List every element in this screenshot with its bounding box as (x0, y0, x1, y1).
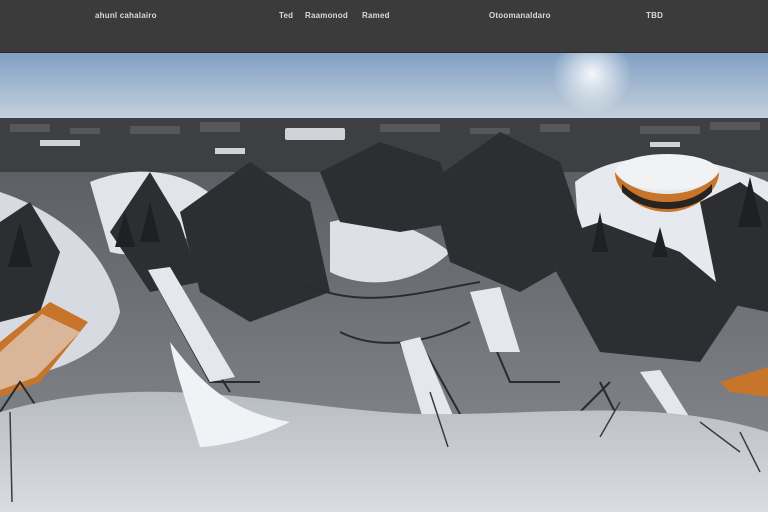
top-toolbar: ahunl cahalairo Ted Raamonod Ramed Otoom… (0, 0, 768, 53)
sky (0, 52, 768, 122)
toolbar-item-ramed[interactable]: Ramed (362, 11, 390, 20)
panorama-image (0, 52, 768, 512)
toolbar-title: ahunl cahalairo (95, 11, 157, 20)
panorama-viewer: ahunl cahalairo Ted Raamonod Ramed Otoom… (0, 0, 768, 512)
toolbar-item-ted[interactable]: Ted (279, 11, 293, 20)
toolbar-item-tbd[interactable]: TBD (646, 11, 663, 20)
toolbar-item-otoomanaldaro[interactable]: Otoomanaldaro (489, 11, 551, 20)
toolbar-item-raamonod[interactable]: Raamonod (305, 11, 348, 20)
panorama-scene[interactable] (0, 52, 768, 512)
